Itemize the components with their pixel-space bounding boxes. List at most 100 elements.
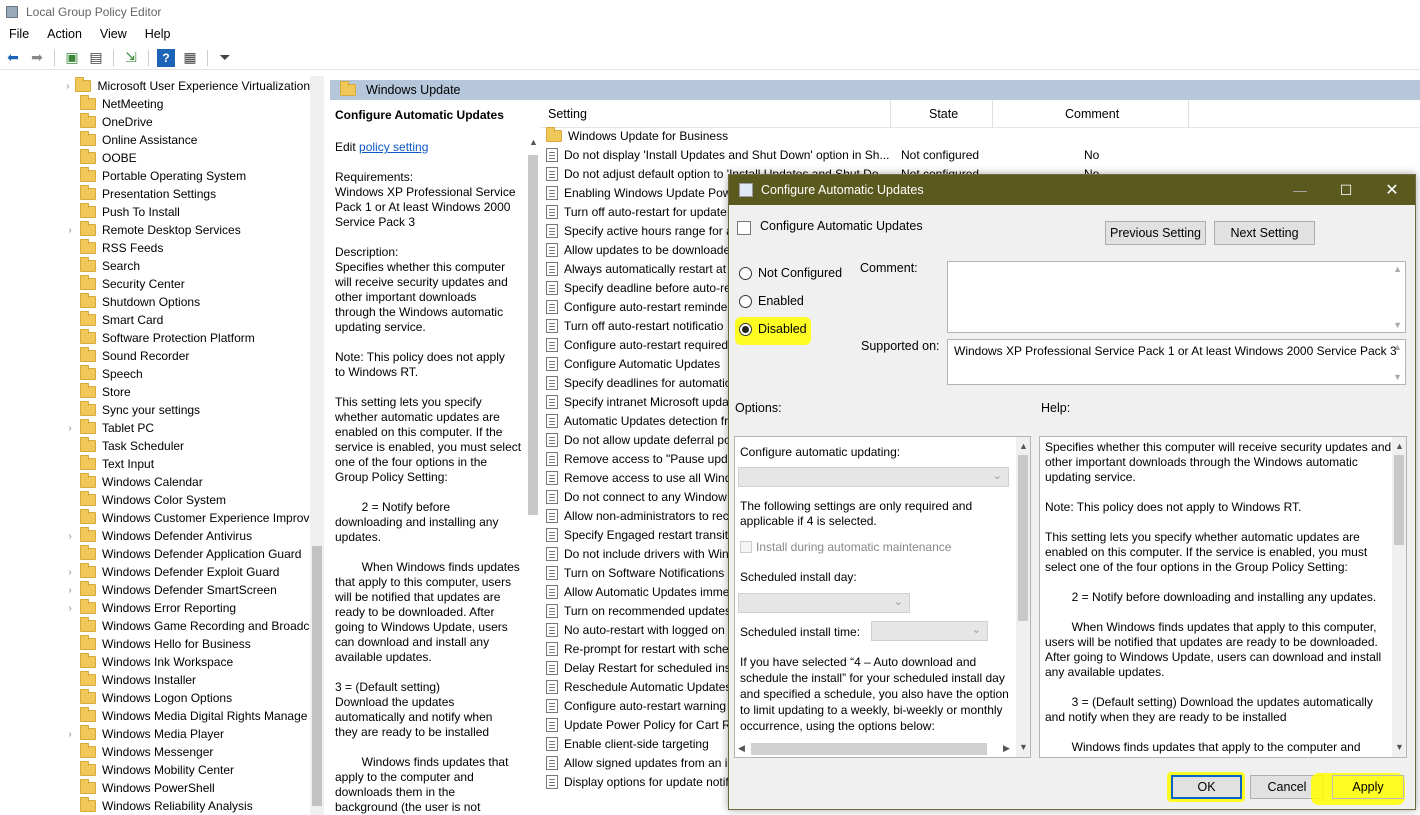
help-icon[interactable]: ? — [157, 48, 175, 67]
chevron-right-icon[interactable]: › — [64, 603, 76, 614]
radio-enabled[interactable]: Enabled — [739, 294, 804, 308]
radio-button[interactable] — [739, 322, 752, 336]
apply-button[interactable]: Apply — [1332, 775, 1404, 799]
tree-item[interactable]: Windows Customer Experience Improv — [0, 509, 310, 527]
chevron-right-icon[interactable]: › — [64, 729, 76, 740]
chevron-right-icon[interactable]: › — [64, 81, 71, 92]
next-setting-button[interactable]: Next Setting — [1214, 221, 1315, 245]
ok-button[interactable]: OK — [1171, 775, 1242, 799]
tree-item[interactable]: › Windows Defender SmartScreen — [0, 581, 310, 599]
tree-item[interactable]: Windows Hello for Business — [0, 635, 310, 653]
tree-item[interactable]: Windows Calendar — [0, 473, 310, 491]
help-vscroll[interactable]: ▲ ▼ — [1392, 437, 1406, 757]
column-divider[interactable] — [890, 100, 891, 128]
close-icon[interactable]: ✕ — [1369, 175, 1415, 205]
tree-item[interactable]: › Remote Desktop Services — [0, 221, 310, 239]
scroll-right-arrow-icon[interactable]: ▶ — [1003, 741, 1010, 756]
scroll-left-arrow-icon[interactable]: ◀ — [738, 741, 745, 756]
tree-item[interactable]: › Windows Defender Exploit Guard — [0, 563, 310, 581]
tree-item[interactable]: Text Input — [0, 455, 310, 473]
tree-item[interactable]: Portable Operating System — [0, 167, 310, 185]
policy-setting-link[interactable]: policy setting — [359, 140, 428, 154]
install-maintenance-checkbox[interactable] — [740, 541, 752, 553]
previous-setting-button[interactable]: Previous Setting — [1105, 221, 1206, 245]
tree-item[interactable]: Search — [0, 257, 310, 275]
menu-file[interactable]: File — [0, 27, 38, 41]
properties-icon[interactable]: ▦ — [181, 49, 199, 67]
chevron-right-icon[interactable]: › — [64, 423, 76, 434]
tree-item[interactable]: Windows PowerShell — [0, 779, 310, 797]
tree-scrollbar[interactable] — [310, 76, 324, 815]
tree-item[interactable]: Online Assistance — [0, 131, 310, 149]
chevron-right-icon[interactable]: › — [64, 225, 76, 236]
tree-item[interactable]: Sound Recorder — [0, 347, 310, 365]
tree-scroll-thumb[interactable] — [312, 546, 322, 806]
column-setting[interactable]: Setting — [548, 107, 587, 121]
tree-item[interactable]: Security Center — [0, 275, 310, 293]
setting-row[interactable]: Do not display 'Install Updates and Shut… — [546, 145, 1420, 164]
tree-item[interactable]: Windows Logon Options — [0, 689, 310, 707]
export-list-icon[interactable]: ⇲ — [122, 49, 140, 67]
tree-item[interactable]: Windows Messenger — [0, 743, 310, 761]
minimize-icon[interactable]: — — [1277, 175, 1323, 205]
tree-item[interactable]: Windows Installer — [0, 671, 310, 689]
up-folder-icon[interactable]: ▣ — [63, 49, 81, 67]
menu-action[interactable]: Action — [38, 27, 91, 41]
description-scrollbar[interactable]: ▲ — [526, 135, 540, 515]
install-time-select[interactable] — [871, 621, 988, 641]
tree-item[interactable]: Presentation Settings — [0, 185, 310, 203]
tree-item[interactable]: › Windows Defender Antivirus — [0, 527, 310, 545]
tree-item[interactable]: › Windows Media Player — [0, 725, 310, 743]
column-divider[interactable] — [992, 100, 993, 128]
tree-item[interactable]: Shutdown Options — [0, 293, 310, 311]
maximize-icon[interactable]: ☐ — [1323, 175, 1369, 205]
column-state[interactable]: State — [929, 107, 958, 121]
options-vscroll[interactable]: ▲ ▼ — [1016, 437, 1030, 757]
setting-row[interactable]: Windows Update for Business — [546, 126, 1420, 145]
column-comment[interactable]: Comment — [1065, 107, 1119, 121]
tree-item[interactable]: › Windows Error Reporting — [0, 599, 310, 617]
tree-item[interactable]: Windows Mobility Center — [0, 761, 310, 779]
install-day-select[interactable] — [738, 593, 910, 613]
description-scroll-thumb[interactable] — [528, 155, 538, 515]
tree-item[interactable]: Windows Color System — [0, 491, 310, 509]
tree-item[interactable]: Windows Ink Workspace — [0, 653, 310, 671]
radio-not-configured[interactable]: Not Configured — [739, 266, 842, 280]
tree-item[interactable]: › Tablet PC — [0, 419, 310, 437]
tree-item[interactable]: Store — [0, 383, 310, 401]
radio-button[interactable] — [739, 294, 752, 308]
column-divider[interactable] — [1188, 100, 1189, 128]
radio-disabled[interactable]: Disabled — [739, 322, 807, 336]
options-hscroll-thumb[interactable] — [751, 743, 987, 755]
tree-item[interactable]: Task Scheduler — [0, 437, 310, 455]
back-arrow-icon[interactable]: ⬅ — [4, 49, 22, 67]
forward-arrow-icon[interactable]: ➡ — [28, 49, 46, 67]
help-vscroll-thumb[interactable] — [1394, 455, 1404, 545]
tree-item[interactable]: Smart Card — [0, 311, 310, 329]
scroll-up-arrow-icon[interactable]: ▲ — [529, 137, 538, 147]
filter-icon[interactable]: ⏷ — [216, 49, 234, 67]
tree-item[interactable]: Windows Reliability Analysis — [0, 797, 310, 815]
chevron-right-icon[interactable]: › — [64, 567, 76, 578]
comment-textarea[interactable]: ▲ ▼ — [947, 261, 1406, 333]
tree-item[interactable]: OOBE — [0, 149, 310, 167]
radio-button[interactable] — [739, 266, 752, 280]
chevron-right-icon[interactable]: › — [64, 531, 76, 542]
menu-help[interactable]: Help — [136, 27, 180, 41]
options-vscroll-thumb[interactable] — [1018, 455, 1028, 621]
show-hide-tree-icon[interactable]: ▤ — [87, 49, 105, 67]
tree-item[interactable]: Sync your settings — [0, 401, 310, 419]
tree-item[interactable]: Speech — [0, 365, 310, 383]
menu-view[interactable]: View — [91, 27, 136, 41]
tree-item[interactable]: Push To Install — [0, 203, 310, 221]
chevron-right-icon[interactable]: › — [64, 585, 76, 596]
configure-updating-select[interactable] — [738, 467, 1009, 487]
tree-item[interactable]: › Microsoft User Experience Virtualizatio… — [0, 77, 310, 95]
tree-item[interactable]: RSS Feeds — [0, 239, 310, 257]
tree-item[interactable]: Software Protection Platform — [0, 329, 310, 347]
tree-item[interactable]: Windows Game Recording and Broadc — [0, 617, 310, 635]
tree-item[interactable]: NetMeeting — [0, 95, 310, 113]
tree-item[interactable]: OneDrive — [0, 113, 310, 131]
tree-item[interactable]: Windows Defender Application Guard — [0, 545, 310, 563]
tree-item[interactable]: Windows Media Digital Rights Manage — [0, 707, 310, 725]
